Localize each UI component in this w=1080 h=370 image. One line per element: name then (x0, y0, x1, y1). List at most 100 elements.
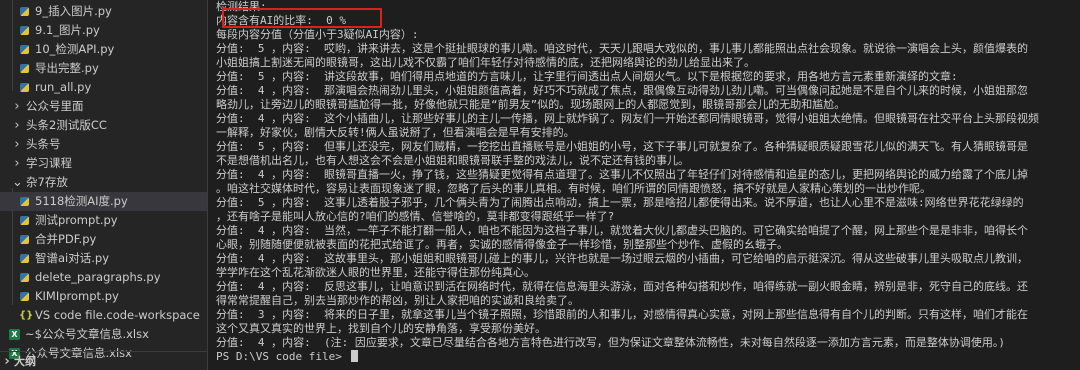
terminal-line-text: 这个又真又真实的世界上，找到自个儿的安静角落，享受那份美好。 (216, 322, 546, 335)
terminal-line: 一解释，好家伙，剧情大反转!俩人虽说掰了，但看演唱会是早有安排的。 (216, 126, 575, 140)
explorer-item-label: VS code file.code-workspace (35, 308, 200, 322)
terminal-line-text: PS D:\VS code file> (216, 350, 349, 363)
python-file-icon (19, 44, 30, 55)
terminal-line: 分值: 4 ，内容: 这故事里头，那小姐姐和眼镜哥儿碰上的事儿，兴许也就是一场过… (216, 252, 1028, 266)
terminal-line: 分值: 4 ，内容: 这个小插曲儿，让那些好事儿的主儿一传播，网上就炸锅了。网友… (216, 112, 1039, 126)
terminal-line: 这个又真又真实的世界上，找到自个儿的安静角落，享受那份美好。 (216, 322, 546, 336)
explorer-item-label: 9.1_图片.py (35, 23, 100, 37)
terminal-line: 分值: 5 ，内容: 哎哟，讲来讲去，这是个挺扯眼球的事儿嘞。咱这时代，天天儿跟… (216, 42, 1028, 56)
python-file-icon (19, 215, 30, 226)
terminal-line-text: 小姐姐搞上割迷无闻的眼镜哥，这出儿戏不仅霸了咱们年轻仔对待感情的底，还把网络舆论… (216, 56, 755, 69)
excel-file-icon: X (9, 329, 20, 340)
explorer-item[interactable]: delete_paragraphs.py (0, 268, 207, 287)
terminal-line: 分值: 3 ，内容: 将来的日子里，就拿这事儿当个镜子照照，珍惜跟前的人和事儿，… (216, 308, 1028, 322)
terminal-line: 分值: 5 ，内容: 讲这段故事，咱们得用点地道的方言味儿，让字里行间透出点人间… (216, 70, 958, 84)
explorer-item[interactable]: 导出完整.py (0, 59, 207, 78)
explorer-item-label: 智谱ai对话.py (35, 251, 110, 265)
terminal-line-text: 分值: 4 ，内容: 反思这事儿，让咱意识到活在网络时代，就得在信息海里头游泳，… (216, 280, 1028, 293)
terminal-line-text: 分值: 4 ，内容: 当然，一竿子不能打翻一船人，咱也不能因为这档子事儿，就觉着… (216, 224, 1028, 237)
chevron-right-icon[interactable]: › (12, 135, 22, 154)
explorer-item[interactable]: 9.1_图片.py (0, 21, 207, 40)
terminal-line-text: 分值: 3 ，内容: 将来的日子里，就拿这事儿当个镜子照照，珍惜跟前的人和事儿，… (216, 308, 1028, 321)
python-file-icon (19, 291, 30, 302)
terminal-line-text: 一解释，好家伙，剧情大反转!俩人虽说掰了，但看演唱会是早有安排的。 (216, 126, 575, 139)
outline-section-header[interactable]: › 大纲 (0, 351, 207, 370)
terminal-line: 。咱这社交媒体时代，容易让表面现象迷了眼，忽略了后头的事儿真相。有时候，咱们所谓… (216, 182, 931, 196)
terminal-cursor (351, 350, 359, 362)
terminal-line: 分值: 5 ，内容: 这事儿透着股子邪乎，几个俩头青为了闹腾出点响动，搞上一票，… (216, 196, 1024, 210)
chevron-down-icon[interactable]: ⌄ (12, 173, 23, 192)
terminal-line: 每段内容分值（分值小于3疑似AI内容）: (216, 28, 419, 42)
terminal-line-text: 得常常提醒自己，别去当那炒作的帮凶，别让人家把咱的实诚和良给卖了。 (216, 294, 579, 307)
terminal-line-text: 心眼，别随随便便就被表面的花把式给诓了。再者，实诚的感情得像金子一样珍惜，别整那… (216, 238, 788, 251)
terminal-line: 心眼，别随随便便就被表面的花把式给诓了。再者，实诚的感情得像金子一样珍惜，别整那… (216, 238, 788, 252)
python-file-icon (19, 234, 30, 245)
explorer-item-label: 测试prompt.py (35, 213, 118, 227)
explorer-item[interactable]: › 头条号 (0, 135, 207, 154)
explorer-item-label: run_all.py (35, 80, 92, 94)
terminal-line-text: 分值: 5 ，内容: 这事儿透着股子邪乎，几个俩头青为了闹腾出点响动，搞上一票，… (216, 196, 1024, 209)
explorer-item-label: 杂7存放 (26, 175, 68, 189)
explorer-item[interactable]: 合并PDF.py (0, 230, 207, 249)
chevron-right-icon[interactable]: › (12, 116, 22, 135)
terminal-line-text: 分值: 4 ，内容: 眼镜哥直播一火，挣了钱，这些猜疑更觉得有点道理了。这事儿不… (216, 168, 1028, 181)
terminal-line: 分值: 4 ，内容: 反思这事儿，让咱意识到活在网络时代，就得在信息海里头游泳，… (216, 280, 1028, 294)
explorer-item[interactable]: 5118检测AI度.py (0, 192, 207, 211)
terminal-line: 学学咋在这个乱花渐欲迷人眼的世界里，还能守得住那份纯真心。 (216, 266, 535, 280)
chevron-right-icon[interactable]: › (12, 97, 22, 116)
terminal-line-text: 分值: 4 ，内容: (注: 因应要求，文章已尽量结合各地方言特色进行改写，但为… (216, 336, 1005, 349)
explorer-item-label: 公众号里面 (26, 99, 84, 113)
terminal-line-text: 略劲儿，让旁边儿的眼镜哥尴尬得一批，好像他就只能是“前男友”似的。现场跟网上的人… (216, 98, 846, 111)
explorer-item-label: delete_paragraphs.py (35, 270, 161, 284)
terminal-line-text: 分值: 4 ，内容: 这个小插曲儿，让那些好事儿的主儿一传播，网上就炸锅了。网友… (216, 112, 1039, 125)
terminal-line: 略劲儿，让旁边儿的眼镜哥尴尬得一批，好像他就只能是“前男友”似的。现场跟网上的人… (216, 98, 845, 112)
explorer-item-label: 合并PDF.py (35, 232, 97, 246)
terminal-line-text: 分值: 4 ，内容: 那演唱会热闹劲儿里头，小姐姐颜值高着，好巧不巧就成了焦点，… (216, 84, 1028, 97)
terminal-line: 分值: 4 ，内容: 那演唱会热闹劲儿里头，小姐姐颜值高着，好巧不巧就成了焦点，… (216, 84, 1028, 98)
explorer-item[interactable]: 10_检测API.py (0, 40, 207, 59)
terminal-line-text: 分值: 4 ，内容: 这故事里头，那小姐姐和眼镜哥儿碰上的事儿，兴许也就是一场过… (216, 252, 1028, 265)
terminal-line-text: 每段内容分值（分值小于3疑似AI内容）: (216, 28, 419, 41)
outline-section-label: 大纲 (14, 355, 36, 368)
terminal-line: 不是想借机出名儿，也有人想这会不会是小姐姐和眼镜哥联手整的戏法儿，说不定还有钱的… (216, 154, 689, 168)
terminal-line: 分值: 5 ，内容: 但事儿还没完，网友们贼精，一挖挖出直播账号是小姐姐的小号，… (216, 140, 1028, 154)
terminal-prompt[interactable]: PS D:\VS code file> (216, 350, 359, 364)
explorer-item[interactable]: › 公众号里面 (0, 97, 207, 116)
explorer-item[interactable]: › 头条2测试版CC (0, 116, 207, 135)
chevron-right-icon[interactable]: › (12, 154, 22, 173)
explorer-item-label: 9_插入图片.py (35, 4, 112, 18)
python-file-icon (19, 196, 30, 207)
explorer-item[interactable]: 测试prompt.py (0, 211, 207, 230)
terminal-line-text: ，还有啥子是能叫人放心信的?咱们的感情、信誉啥的，莫非都变得跟纸乎一样了? (216, 210, 615, 223)
explorer-item[interactable]: ⌄ 杂7存放 (0, 173, 207, 192)
chevron-right-icon[interactable]: › (2, 352, 12, 370)
terminal-line-text: 分值: 5 ，内容: 讲这段故事，咱们得用点地道的方言味儿，让字里行间透出点人间… (216, 70, 958, 83)
terminal-panel[interactable]: 检测结果: 内容含有AI的比率: 0 % 每段内容分值（分值小于3疑似AI内容）: 分… (216, 0, 1080, 370)
explorer-item-label: 头条号 (26, 137, 61, 151)
terminal-line-text: 不是想借机出名儿，也有人想这会不会是小姐姐和眼镜哥联手整的戏法儿，说不定还有钱的… (216, 154, 689, 167)
ai-ratio-highlight-box (222, 8, 382, 28)
python-file-icon (19, 253, 30, 264)
explorer-item-label: KIMIprompt.py (35, 289, 119, 303)
explorer-item[interactable]: 9_插入图片.py (0, 2, 207, 21)
panel-divider[interactable] (207, 0, 208, 370)
terminal-line-text: 分值: 5 ，内容: 哎哟，讲来讲去，这是个挺扯眼球的事儿嘞。咱这时代，天天儿跟… (216, 42, 1028, 55)
explorer-item[interactable]: {} VS code file.code-workspace (0, 306, 207, 325)
terminal-line: 分值: 4 ，内容: 眼镜哥直播一火，挣了钱，这些猜疑更觉得有点道理了。这事儿不… (216, 168, 1028, 182)
python-file-icon (19, 272, 30, 283)
workspace-file-icon: {} (19, 310, 34, 321)
python-file-icon (19, 63, 30, 74)
explorer-item[interactable]: › 学习课程 (0, 154, 207, 173)
explorer-item[interactable]: X ~$公众号文章信息.xlsx (0, 325, 207, 344)
explorer-item-label: 导出完整.py (35, 61, 99, 75)
terminal-line-text: 分值: 5 ，内容: 但事儿还没完，网友们贼精，一挖挖出直播账号是小姐姐的小号，… (216, 140, 1028, 153)
python-file-icon (19, 82, 30, 93)
explorer-item-label: 5118检测AI度.py (35, 194, 128, 208)
python-file-icon (19, 25, 30, 36)
explorer-item[interactable]: 智谱ai对话.py (0, 249, 207, 268)
explorer-item-label: 学习课程 (26, 156, 72, 170)
terminal-line: 分值: 4 ，内容: (注: 因应要求，文章已尽量结合各地方言特色进行改写，但为… (216, 336, 1005, 350)
explorer-item[interactable]: KIMIprompt.py (0, 287, 207, 306)
explorer-item-label: 10_检测API.py (35, 42, 115, 56)
explorer-item[interactable]: run_all.py (0, 78, 207, 97)
